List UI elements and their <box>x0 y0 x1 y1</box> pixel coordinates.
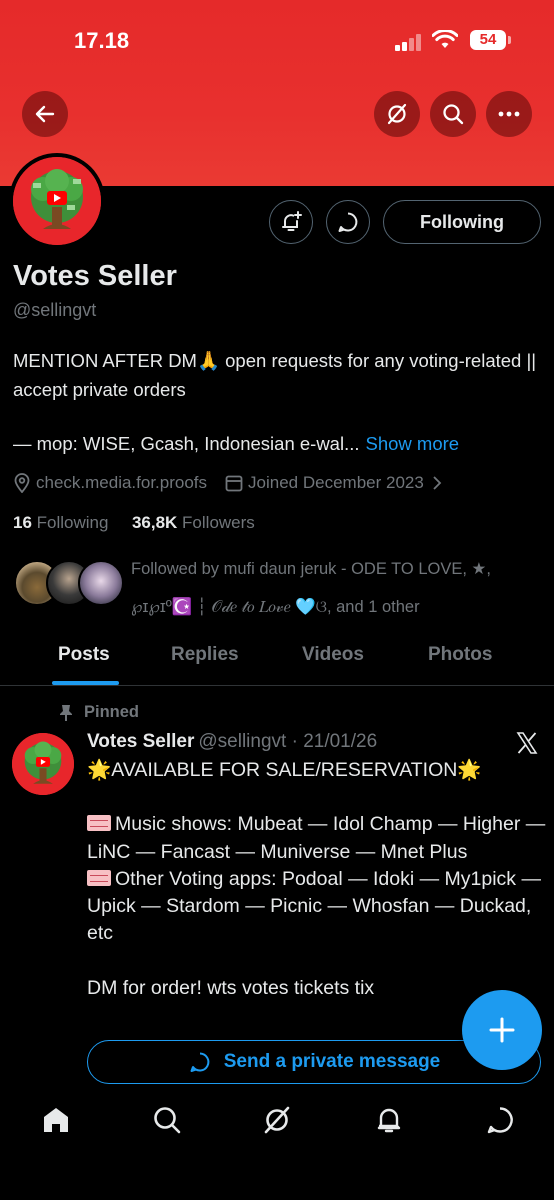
post-line1: AVAILABLE FOR SALE/RESERVATION <box>111 759 458 781</box>
more-icon <box>498 111 520 117</box>
following-link[interactable]: 16 Following <box>13 513 108 532</box>
nav-grok[interactable] <box>259 1102 295 1138</box>
profile-website[interactable]: check.media.for.proofs <box>36 473 207 493</box>
followers-link[interactable]: 36,8K Followers <box>132 513 255 532</box>
ticket-icon <box>87 869 111 886</box>
nav-messages[interactable] <box>482 1102 518 1138</box>
message-icon <box>188 1050 212 1074</box>
search-nav-icon <box>154 1107 181 1134</box>
back-button[interactable] <box>22 91 68 137</box>
status-bar: 17.18 54 <box>0 0 554 80</box>
pinned-label: Pinned <box>58 703 139 722</box>
followed-by-avatars[interactable] <box>14 560 124 608</box>
status-time: 17.18 <box>74 28 130 53</box>
profile-avatar[interactable] <box>9 153 105 249</box>
bio-payment-text: — mop: WISE, Gcash, Indonesian e-wal... <box>13 433 360 454</box>
grok-icon <box>387 103 407 125</box>
compose-fab[interactable] <box>462 990 542 1070</box>
post-other-apps: Other Voting apps: Podoal — Idoki — My1p… <box>87 867 541 945</box>
nav-notifications[interactable] <box>371 1102 407 1138</box>
following-count: 16 <box>13 513 32 532</box>
followed-by-text[interactable]: Followed by mufi daun jeruk - ODE TO LOV… <box>131 550 541 626</box>
tab-videos[interactable]: Videos <box>302 644 364 666</box>
bell-icon <box>377 1108 401 1133</box>
following-button[interactable]: Following <box>383 200 541 244</box>
pin-icon <box>58 704 74 722</box>
follow-stats: 16 Following 36,8K Followers <box>13 513 255 533</box>
location-icon <box>13 473 31 493</box>
post-meta: @sellingvt · 21/01/26 <box>198 731 378 752</box>
mail-icon <box>487 1107 513 1134</box>
nav-home[interactable] <box>38 1102 74 1138</box>
following-label: Following <box>36 513 109 532</box>
message-button[interactable] <box>326 200 370 244</box>
x-logo-icon <box>516 732 538 754</box>
plus-icon <box>489 1017 515 1043</box>
more-button[interactable] <box>486 91 532 137</box>
grok-nav-icon <box>264 1106 290 1134</box>
ticket-icon <box>87 815 111 832</box>
search-button[interactable] <box>430 91 476 137</box>
post-avatar[interactable] <box>12 733 74 795</box>
message-icon <box>338 212 358 232</box>
pinned-text: Pinned <box>84 703 140 721</box>
followers-label: Followers <box>182 513 255 532</box>
tab-replies[interactable]: Replies <box>171 644 239 666</box>
post-music-shows: Music shows: Mubeat — Idol Champ — Highe… <box>87 813 546 863</box>
avatar <box>78 560 124 606</box>
bell-plus-icon <box>282 211 302 231</box>
dm-button-label: Send a private message <box>223 1051 441 1072</box>
profile-joined: Joined December 2023 <box>248 473 424 492</box>
wifi-icon <box>432 30 458 48</box>
battery-tip <box>508 36 511 44</box>
avatar-image <box>13 157 101 245</box>
star-icon: 🌟 <box>457 759 482 781</box>
tab-posts[interactable]: Posts <box>58 644 110 666</box>
show-more-link[interactable]: Show more <box>366 433 460 454</box>
profile-bio-more: — mop: WISE, Gcash, Indonesian e-wal... S… <box>13 433 459 455</box>
home-icon <box>44 1108 68 1132</box>
chevron-right-icon[interactable] <box>432 476 442 490</box>
back-arrow-icon <box>35 105 55 123</box>
post-header: Votes Seller @sellingvt · 21/01/26 <box>87 731 377 753</box>
followers-count: 36,8K <box>131 513 178 532</box>
nav-search[interactable] <box>149 1102 185 1138</box>
profile-name: Votes Seller <box>13 260 177 292</box>
post-author[interactable]: Votes Seller <box>87 731 194 752</box>
star-icon: 🌟 <box>87 759 112 781</box>
signal-icon <box>395 33 425 51</box>
notify-button[interactable] <box>269 200 313 244</box>
profile-meta: check.media.for.proofs Joined December 2… <box>13 473 447 493</box>
search-icon <box>443 104 464 125</box>
profile-bio: MENTION AFTER DM🙏 open requests for any … <box>13 350 537 400</box>
battery-indicator: 54 <box>470 30 506 50</box>
post-body: 🌟AVAILABLE FOR SALE/RESERVATION🌟 Music s… <box>87 757 547 1002</box>
tab-indicator <box>52 681 119 685</box>
profile-tabs: Posts Replies Videos Photos <box>0 630 554 686</box>
tab-photos[interactable]: Photos <box>428 644 492 666</box>
grok-button[interactable] <box>374 91 420 137</box>
calendar-icon <box>225 474 243 492</box>
profile-handle: @sellingvt <box>13 300 97 320</box>
bottom-nav <box>0 1084 554 1200</box>
